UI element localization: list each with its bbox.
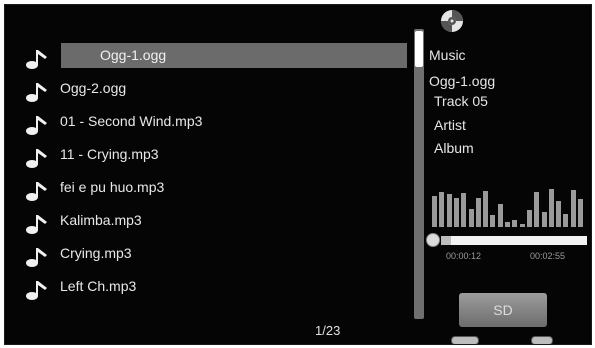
music-note-icon	[26, 215, 47, 234]
track-row[interactable]: Ogg-2.ogg	[25, 76, 417, 109]
album-name: Album	[434, 140, 474, 156]
music-note-icon	[26, 149, 47, 168]
spectrum-bar	[512, 220, 518, 227]
spectrum-bar	[505, 222, 510, 227]
spectrum-bar	[483, 191, 489, 227]
spectrum-bar	[497, 204, 503, 227]
track-row[interactable]: Left Ch.mp3	[25, 274, 417, 307]
spectrum-bar	[490, 215, 496, 227]
progress-knob[interactable]	[426, 233, 440, 247]
track-label: fei e pu huo.mp3	[60, 179, 165, 195]
spectrum-bar	[541, 212, 547, 227]
music-note-icon	[26, 182, 47, 201]
spectrum-bar	[475, 198, 481, 227]
spectrum-bar	[578, 199, 583, 227]
left-soft-key[interactable]	[451, 336, 479, 344]
page-indicator: 1/23	[315, 323, 341, 338]
total-time: 00:02:55	[530, 251, 566, 261]
track-list: Ogg-1.ogg Ogg-2.ogg 01 - Second Wind.mp3	[25, 43, 417, 307]
music-note-icon	[26, 50, 47, 69]
track-list-scrollbar[interactable]	[414, 29, 424, 319]
progress-fill	[441, 236, 451, 245]
spectrum-bar	[526, 210, 532, 227]
right-soft-key[interactable]	[531, 336, 553, 344]
track-label: 01 - Second Wind.mp3	[60, 113, 203, 129]
track-row[interactable]: 01 - Second Wind.mp3	[25, 109, 417, 142]
spectrum-bar	[534, 192, 540, 227]
elapsed-time: 00:00:12	[446, 251, 482, 261]
music-note-icon	[26, 281, 47, 300]
track-row[interactable]: Ogg-1.ogg	[25, 43, 417, 76]
track-label: 11 - Crying.mp3	[60, 146, 159, 162]
progress-bar[interactable]	[441, 236, 587, 245]
track-label: Kalimba.mp3	[60, 212, 142, 228]
current-filename: Ogg-1.ogg	[429, 73, 496, 89]
music-note-icon	[26, 83, 47, 102]
track-row[interactable]: 11 - Crying.mp3	[25, 142, 417, 175]
track-number: Track 05	[434, 93, 488, 109]
scrollbar-thumb[interactable]	[415, 31, 423, 67]
spectrum-bar	[468, 209, 474, 227]
spectrum-bar	[556, 201, 562, 227]
artist-name: Artist	[434, 117, 466, 133]
spectrum-bar	[570, 190, 576, 227]
spectrum-bar	[563, 214, 569, 227]
track-row[interactable]: Kalimba.mp3	[25, 208, 417, 241]
music-note-icon	[26, 116, 47, 135]
category-label: Music	[429, 47, 466, 63]
track-label: Ogg-2.ogg	[60, 80, 127, 96]
spectrum-bar	[432, 196, 437, 227]
spectrum-bar	[548, 189, 554, 227]
track-row[interactable]: Crying.mp3	[25, 241, 417, 274]
music-note-icon	[26, 248, 47, 267]
track-label: Left Ch.mp3	[60, 278, 137, 294]
spectrum-bar	[453, 198, 459, 227]
sd-card-button[interactable]: SD	[459, 293, 547, 327]
media-player-screen: Ogg-1.ogg Ogg-2.ogg 01 - Second Wind.mp3	[4, 4, 592, 345]
spectrum-visualizer	[432, 185, 585, 227]
spectrum-bar	[439, 192, 445, 227]
spectrum-bar	[446, 194, 452, 227]
track-label: Crying.mp3	[60, 245, 132, 261]
spectrum-bar	[461, 193, 467, 227]
track-row[interactable]: fei e pu huo.mp3	[25, 175, 417, 208]
music-disc-icon	[441, 10, 463, 32]
spectrum-bar	[519, 224, 525, 227]
track-label: Ogg-1.ogg	[61, 43, 407, 68]
